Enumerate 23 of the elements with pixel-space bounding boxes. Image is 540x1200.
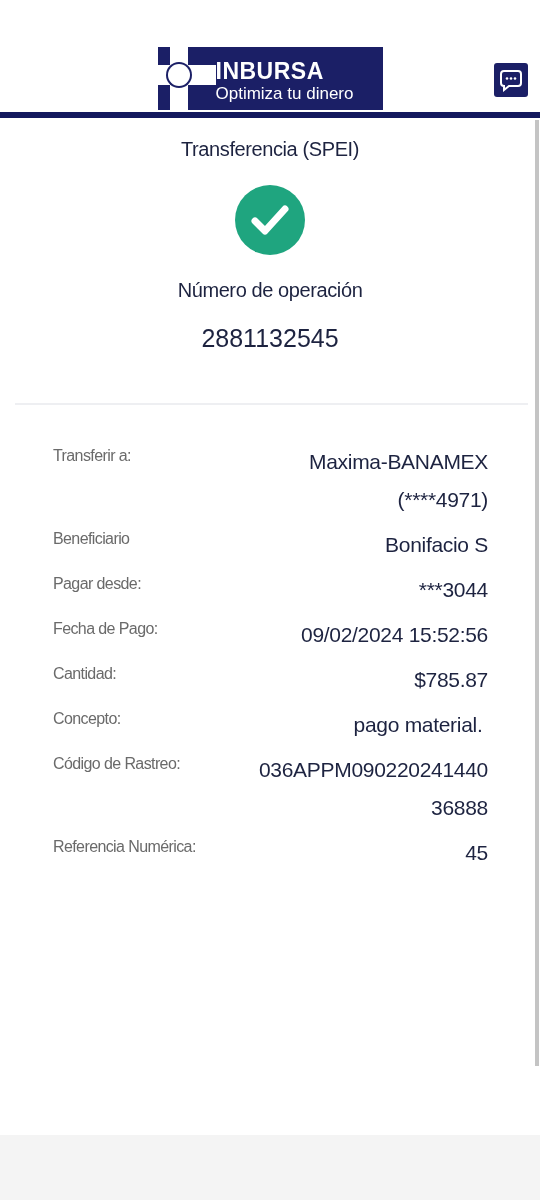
detail-value: $785.87 [414, 667, 488, 693]
brand-name: INBURSA [215, 58, 325, 83]
detail-label: Concepto: [53, 709, 121, 728]
detail-value: Maxima-BANAMEX (****4971) [309, 449, 488, 513]
detail-label: Transferir a: [53, 446, 131, 465]
detail-value: 09/02/2024 15:52:56 [301, 622, 488, 648]
detail-label: Código de Rastreo: [53, 754, 181, 773]
transfer-type: Transferencia (SPEI) [181, 138, 359, 162]
brand-tagline: Optimiza tu dinero [215, 82, 354, 105]
detail-value: pago material. [353, 712, 484, 738]
chat-icon [499, 68, 523, 92]
detail-label: Cantidad: [53, 664, 117, 683]
detail-label: Pagar desde: [53, 574, 141, 593]
detail-value: 45 [465, 840, 488, 866]
operation-label: Número de operación [177, 279, 363, 302]
detail-label: Beneficiario [53, 529, 130, 548]
detail-value: ***3044 [418, 577, 488, 603]
detail-value: 036APPM090220241440 36888 [259, 757, 488, 821]
detail-label: Fecha de Pago: [53, 619, 158, 638]
operation-number: 2881132545 [201, 324, 339, 353]
detail-value: Bonifacio S [385, 532, 488, 558]
detail-label: Referencia Numérica: [53, 837, 196, 856]
chat-button[interactable] [494, 63, 528, 97]
